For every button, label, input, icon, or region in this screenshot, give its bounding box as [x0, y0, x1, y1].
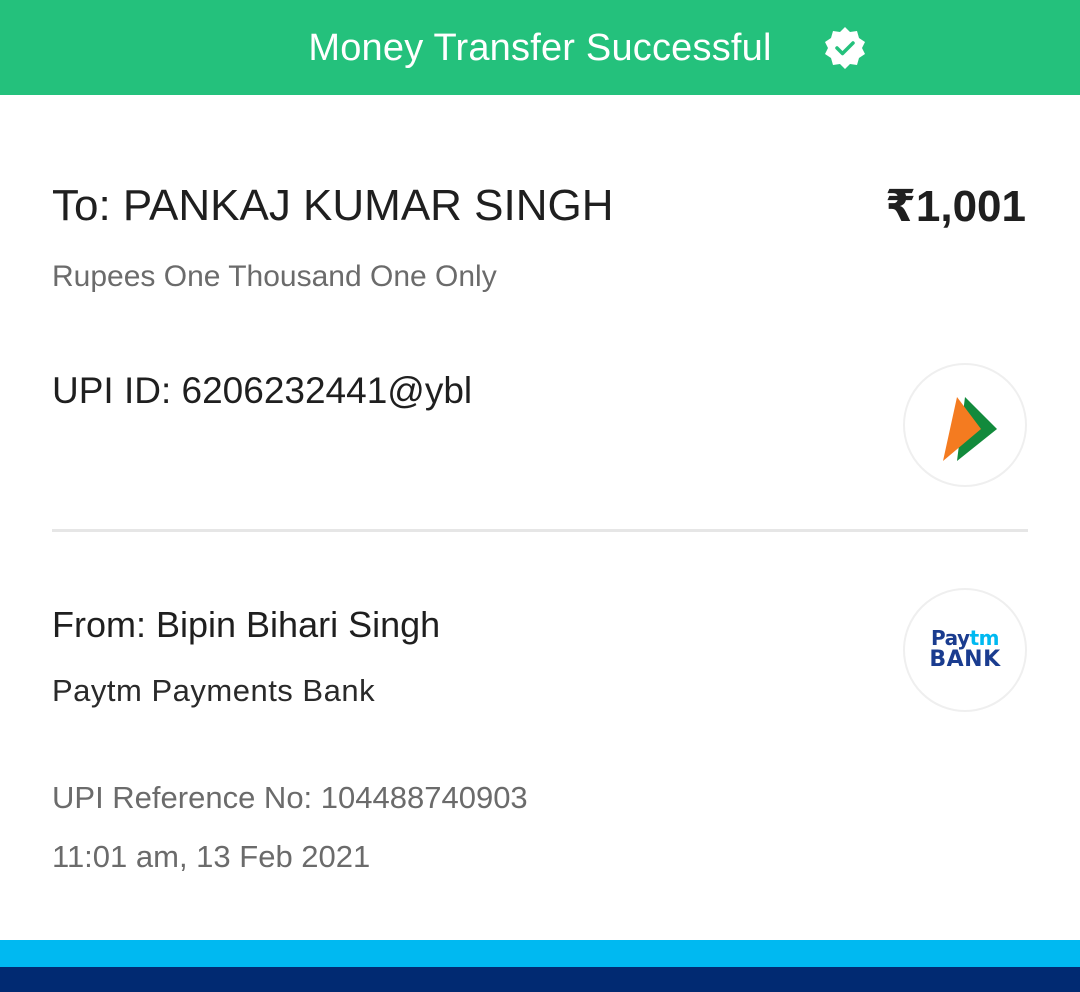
- banner-title: Money Transfer Successful: [308, 27, 772, 69]
- amount-in-words: Rupees One Thousand One Only: [52, 260, 497, 293]
- logo-text-bank: BANK: [929, 647, 1001, 672]
- paytm-bank-logo-icon: Paytm BANK: [905, 628, 1025, 671]
- upi-reference-number: UPI Reference No: 104488740903: [52, 780, 528, 815]
- upi-logo: [903, 363, 1027, 487]
- transaction-timestamp: 11:01 am, 13 Feb 2021: [52, 839, 371, 874]
- verified-check-badge-icon: [825, 27, 865, 69]
- recipient-name: To: PANKAJ KUMAR SINGH: [52, 181, 614, 230]
- transfer-amount: ₹1,001: [885, 182, 1026, 231]
- sender-bank-name: Paytm Payments Bank: [52, 673, 376, 708]
- footer-band-dark: [0, 967, 1080, 992]
- upi-logo-icon: [943, 397, 997, 461]
- paytm-bank-logo: Paytm BANK: [903, 588, 1027, 712]
- sender-name: From: Bipin Bihari Singh: [52, 604, 441, 645]
- section-divider: [52, 529, 1028, 532]
- recipient-upi-id: UPI ID: 6206232441@ybl: [52, 370, 473, 411]
- footer-band-light: [0, 940, 1080, 967]
